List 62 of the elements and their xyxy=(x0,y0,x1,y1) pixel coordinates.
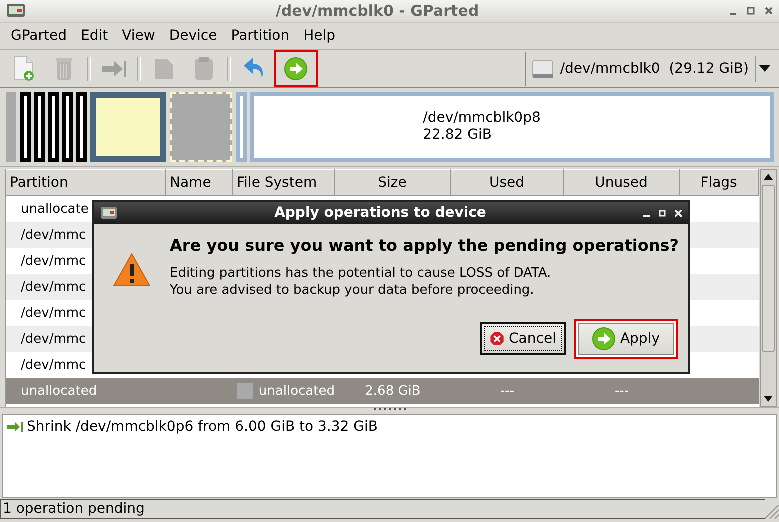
warning-icon xyxy=(112,252,152,288)
drive-icon xyxy=(532,58,554,80)
arrow-icon xyxy=(101,58,127,78)
column-header[interactable]: Name xyxy=(166,169,233,195)
menu-item[interactable]: Partition xyxy=(224,25,297,47)
column-header[interactable]: Unused xyxy=(564,169,680,195)
dropdown-arrow-icon xyxy=(759,64,771,72)
new-document-icon xyxy=(13,56,35,82)
cancel-button[interactable]: Cancel xyxy=(480,322,566,355)
column-header[interactable]: Used xyxy=(451,169,564,195)
table-cell: unallocated xyxy=(258,384,335,398)
apply-icon xyxy=(284,56,308,80)
table-cell: --- xyxy=(614,384,630,398)
undo-arrow-icon xyxy=(243,56,265,80)
scroll-down-icon[interactable] xyxy=(764,396,773,402)
paste-icon xyxy=(193,56,215,82)
status-text: 1 operation pending xyxy=(0,499,765,519)
filesystem-swatch xyxy=(237,383,253,399)
arrow-icon xyxy=(7,422,23,432)
table-cell: /dev/mmc xyxy=(21,332,86,346)
menu-item[interactable]: Device xyxy=(162,25,224,47)
menu-item[interactable]: Help xyxy=(296,25,343,47)
partition-segment[interactable] xyxy=(48,92,59,162)
window-title: /dev/mmcblk0 - GParted xyxy=(274,2,480,20)
partition-segment[interactable] xyxy=(20,92,31,162)
partition-name: /dev/mmcblk0p8 xyxy=(423,110,541,127)
table-cell: /dev/mmc xyxy=(21,358,86,372)
table-cell: unallocated xyxy=(21,384,98,398)
column-header[interactable]: File System xyxy=(233,169,335,195)
dialog-message: Editing partitions has the potential to cause LOSS of DATA. You are advised to backup your data before proceeding. xyxy=(170,265,552,299)
device-dropdown[interactable]: /dev/mmcblk0 (29.12 GiB) xyxy=(525,52,775,86)
column-header[interactable]: Size xyxy=(335,169,451,195)
resize-grip-icon xyxy=(765,505,779,519)
dialog-heading: Are you sure you want to apply the pending operations? xyxy=(170,236,680,255)
scrollbar[interactable] xyxy=(760,169,777,407)
apply-icon xyxy=(592,327,616,351)
partition-segment[interactable]: /dev/mmcblk0p8 22.82 GiB xyxy=(250,92,774,162)
table-cell: /dev/mmc xyxy=(21,228,86,242)
app-icon xyxy=(100,206,118,220)
trash-icon xyxy=(54,56,74,82)
column-header[interactable]: Flags xyxy=(680,169,759,195)
scroll-up-icon[interactable] xyxy=(764,174,773,180)
table-cell: /dev/mmc xyxy=(21,280,86,294)
menu-item[interactable]: View xyxy=(115,25,162,47)
operation-text: Shrink /dev/mmcblk0p6 from 6.00 GiB to 3.32 GiB xyxy=(27,419,378,435)
copy-icon xyxy=(152,56,176,80)
app-icon xyxy=(6,3,26,19)
partition-segment[interactable] xyxy=(34,92,45,162)
menu-item[interactable]: GParted xyxy=(4,25,74,47)
partition-size: 22.82 GiB xyxy=(423,127,493,144)
toolbar-button[interactable] xyxy=(274,50,318,87)
menu-item[interactable]: Edit xyxy=(74,25,116,47)
apply-button[interactable]: Apply xyxy=(574,319,678,359)
scroll-thumb[interactable] xyxy=(762,185,775,352)
table-cell: /dev/mmc xyxy=(21,306,86,320)
partition-segment[interactable] xyxy=(76,92,87,162)
table-cell: 2.68 GiB xyxy=(365,384,421,398)
dialog-title: Apply operations to device xyxy=(274,205,488,221)
splitter-handle[interactable] xyxy=(372,408,406,411)
table-cell: --- xyxy=(500,384,515,398)
column-header[interactable]: Partition xyxy=(6,169,166,195)
partition-segment[interactable] xyxy=(62,92,73,162)
